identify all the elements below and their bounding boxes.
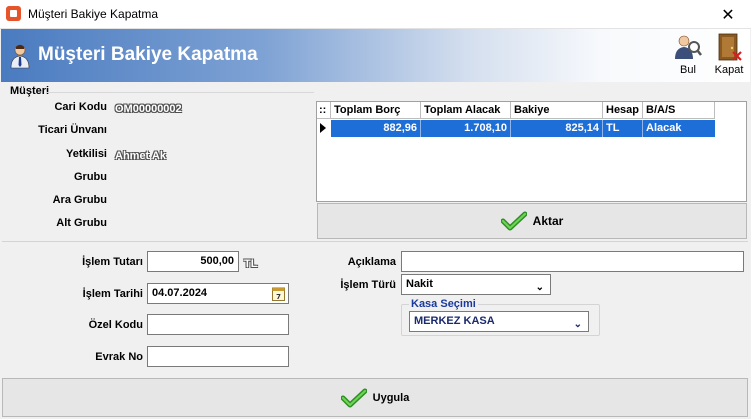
row-indicator-icon: [320, 123, 326, 133]
islem-tarihi-label: İşlem Tarihi: [82, 288, 143, 300]
islem-turu-select[interactable]: Nakit ⌄: [401, 274, 551, 295]
column-header-bakiye[interactable]: Bakiye: [511, 102, 603, 119]
yetkilisi-value: Ahmet Ak: [115, 150, 166, 162]
uygula-button[interactable]: Uygula: [2, 378, 748, 417]
islem-tarihi-input[interactable]: 04.07.2024 7: [147, 283, 289, 304]
app-icon: [6, 6, 21, 21]
evrak-no-label: Evrak No: [95, 351, 143, 363]
ticari-unvani-label: Ticari Ünvanı: [38, 124, 107, 136]
section-divider: [2, 241, 748, 242]
cell-hesap: TL: [603, 120, 643, 137]
ozel-kodu-input[interactable]: [147, 314, 289, 335]
check-icon: [500, 211, 527, 231]
header-banner: Müşteri Bakiye Kapatma Bul Kapat: [1, 29, 750, 82]
uygula-label: Uygula: [372, 391, 410, 404]
aciklama-input[interactable]: [401, 251, 744, 272]
aktar-button[interactable]: Aktar: [317, 203, 747, 239]
islem-tutari-input[interactable]: 500,00: [147, 251, 239, 272]
column-header-hesap[interactable]: Hesap: [603, 102, 643, 119]
cell-toplam-alacak: 1.708,10: [421, 120, 511, 137]
svg-text:7: 7: [276, 293, 281, 301]
group-separator: [46, 92, 314, 93]
ozel-kodu-label: Özel Kodu: [88, 319, 143, 331]
bul-button[interactable]: Bul: [670, 32, 706, 80]
ara-grubu-label: Ara Grubu: [52, 194, 107, 206]
aktar-label: Aktar: [532, 214, 564, 228]
column-header-toplam-alacak[interactable]: Toplam Alacak: [421, 102, 511, 119]
cell-toplam-borc: 882,96: [331, 120, 421, 137]
window-close-button[interactable]: ✕: [705, 0, 751, 29]
customer-icon: [10, 44, 30, 69]
calendar-icon[interactable]: 7: [272, 286, 285, 301]
cari-kodu-label: Cari Kodu: [54, 101, 107, 113]
kasa-secimi-label: Kasa Seçimi: [409, 298, 478, 310]
currency-label: TL: [244, 258, 258, 270]
column-header-bas[interactable]: B/A/S: [643, 102, 715, 119]
kasa-secimi-select[interactable]: MERKEZ KASA ⌄: [409, 311, 589, 332]
kasa-secimi-value: MERKEZ KASA: [414, 315, 495, 327]
musteri-group-label: Müşteri: [10, 85, 50, 97]
kapat-label: Kapat: [714, 64, 744, 76]
alt-grubu-label: Alt Grubu: [56, 217, 107, 229]
chevron-down-icon: ⌄: [535, 282, 544, 293]
cari-kodu-value: OM00000002: [115, 103, 182, 115]
yetkilisi-label: Yetkilisi: [66, 148, 107, 160]
close-icon: ✕: [721, 6, 735, 24]
page-title: Müşteri Bakiye Kapatma: [38, 44, 258, 65]
window-titlebar: Müşteri Bakiye Kapatma ✕: [0, 0, 751, 29]
chevron-down-icon: ⌄: [573, 319, 582, 330]
exit-door-icon: [718, 33, 742, 61]
islem-tarihi-value: 04.07.2024: [152, 287, 208, 299]
balance-grid[interactable]: :: Toplam Borç Toplam Alacak Bakiye Hesa…: [316, 101, 747, 202]
cell-bas: Alacak: [646, 122, 682, 134]
grubu-label: Grubu: [74, 171, 107, 183]
islem-tutari-label: İşlem Tutarı: [82, 256, 143, 268]
check-icon: [340, 388, 367, 407]
grid-corner: ::: [317, 102, 331, 119]
islem-turu-value: Nakit: [406, 278, 433, 290]
table-row[interactable]: 882,96 1.708,10 825,14 TL Alacak: [331, 120, 715, 137]
aciklama-label: Açıklama: [347, 256, 396, 268]
window-title: Müşteri Bakiye Kapatma: [28, 7, 159, 21]
islem-turu-label: İşlem Türü: [340, 279, 396, 291]
search-user-icon: [675, 35, 702, 59]
evrak-no-input[interactable]: [147, 346, 289, 367]
column-header-toplam-borc[interactable]: Toplam Borç: [331, 102, 421, 119]
kapat-button[interactable]: Kapat: [711, 32, 747, 80]
cell-bakiye: 825,14: [511, 120, 603, 137]
bul-label: Bul: [680, 64, 696, 76]
